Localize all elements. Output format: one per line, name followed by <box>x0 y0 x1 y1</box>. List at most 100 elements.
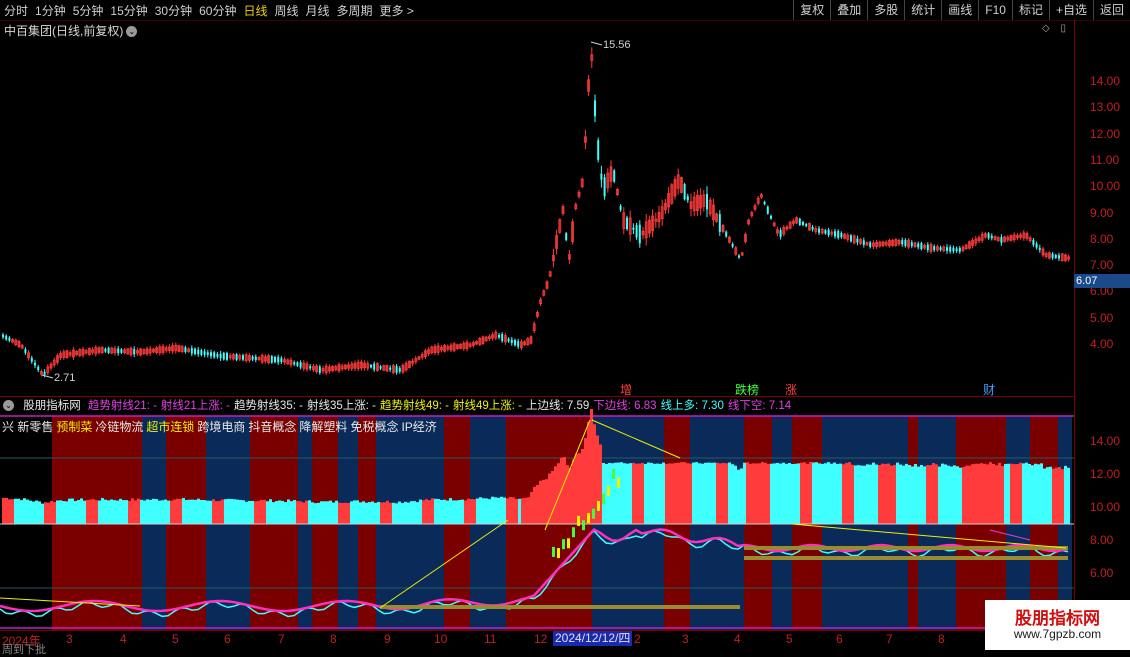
histogram-bar <box>341 502 344 524</box>
histogram-bar <box>242 500 245 524</box>
histogram-bar <box>926 465 929 524</box>
watermark: 股朋指标网 www.7gpzb.com <box>985 600 1130 650</box>
candle-body <box>194 348 196 355</box>
histogram-bar <box>275 501 278 524</box>
concept-tag[interactable]: 抖音概念 <box>248 420 296 434</box>
sub-candle <box>562 539 565 550</box>
histogram-bar <box>332 502 335 524</box>
histogram-bar <box>704 462 707 524</box>
concept-tag[interactable]: 超市连锁 <box>146 420 194 434</box>
histogram-bar <box>776 462 779 524</box>
histogram-bar <box>224 499 227 524</box>
histogram-bar <box>35 500 38 524</box>
date-tick: 3 <box>682 632 689 646</box>
histogram-bar <box>542 479 545 524</box>
concept-tag[interactable]: 跨境电商 <box>197 420 245 434</box>
histogram-bar <box>290 501 293 524</box>
histogram-bar <box>8 499 11 524</box>
histogram-bar <box>11 499 14 524</box>
histogram-bar <box>641 462 644 524</box>
candle-body <box>824 230 827 234</box>
candle-body <box>613 170 616 182</box>
histogram-bar <box>770 463 773 524</box>
histogram-bar <box>317 502 320 524</box>
concept-tag[interactable]: 兴 新零售 <box>2 420 53 434</box>
histogram-bar <box>572 459 575 524</box>
histogram-bar <box>761 462 764 524</box>
histogram-bar <box>470 499 473 524</box>
histogram-bar <box>1025 462 1028 524</box>
histogram-bar <box>464 500 467 524</box>
histogram-bar <box>473 499 476 524</box>
histogram-bar <box>107 500 110 524</box>
event-marker: 增 <box>620 383 633 397</box>
histogram-bar <box>677 462 680 524</box>
histogram-bar <box>227 498 230 524</box>
sub-candle <box>567 538 570 549</box>
histogram-bar <box>995 465 998 524</box>
histogram-bar <box>719 463 722 524</box>
histogram-bar <box>716 462 719 524</box>
candle-body <box>926 244 929 251</box>
concept-tag[interactable]: IP经济 <box>401 420 436 434</box>
histogram-bar <box>50 500 53 524</box>
histogram-bar <box>908 465 911 524</box>
histogram-bar <box>344 502 347 524</box>
histogram-bar <box>998 462 1001 524</box>
histogram-bar <box>659 463 662 524</box>
histogram-bar <box>737 469 740 524</box>
histogram-bar <box>629 463 632 524</box>
candle-body <box>862 240 865 245</box>
histogram-bar <box>731 464 734 524</box>
candle-body <box>501 334 504 341</box>
indicator-value: 趋势射线35: - <box>233 400 303 412</box>
histogram-bar <box>374 502 377 524</box>
indicator-value: 射线35上涨: - <box>306 400 376 412</box>
candle-body <box>904 239 907 246</box>
indicator-value: 线上多: 7.30 <box>660 400 724 412</box>
histogram-bar <box>134 500 137 524</box>
candle-body <box>8 337 11 341</box>
candle-body <box>206 352 209 355</box>
indicator-value: 下边线: 6.83 <box>593 400 657 412</box>
candle-body <box>738 255 740 258</box>
histogram-bar <box>278 500 281 524</box>
candle-body <box>514 340 516 346</box>
indicator-name[interactable]: 股朋指标网 <box>23 400 81 412</box>
histogram-bar <box>914 464 917 524</box>
histogram-bar <box>764 462 767 524</box>
histogram-bar <box>101 498 104 524</box>
candle-body <box>370 365 372 368</box>
histogram-bar <box>179 498 182 524</box>
histogram-bar <box>725 463 728 524</box>
histogram-bar <box>485 498 488 524</box>
date-tick: 3 <box>66 632 73 646</box>
histogram-bar <box>947 465 950 524</box>
candle-body <box>946 247 948 251</box>
indicator-value: 射线21上涨: - <box>160 400 230 412</box>
histogram-bar <box>1055 467 1058 524</box>
histogram-bar <box>722 462 725 524</box>
histogram-bar <box>917 466 920 524</box>
candle-body <box>840 233 843 238</box>
histogram-bar <box>431 498 434 524</box>
sub-candle <box>557 548 560 559</box>
candle-body <box>254 356 257 360</box>
histogram-bar <box>446 500 449 524</box>
kline-chart[interactable] <box>0 0 1130 650</box>
concept-tag[interactable]: 免税概念 <box>350 420 398 434</box>
histogram-bar <box>635 463 638 524</box>
histogram-bar <box>749 463 752 524</box>
histogram-bar <box>755 463 758 524</box>
histogram-bar <box>248 500 251 524</box>
histogram-bar <box>866 464 869 524</box>
candle-body <box>917 243 920 248</box>
axis-tick: 8.00 <box>1090 231 1114 246</box>
concept-tag[interactable]: 冷链物流 <box>95 420 143 434</box>
histogram-bar <box>428 500 431 524</box>
chevron-down-icon[interactable]: ⌄ <box>3 400 14 412</box>
concept-tag[interactable]: 降解塑料 <box>299 420 347 434</box>
candle-body <box>565 233 568 241</box>
histogram-bar <box>287 499 290 524</box>
concept-tag[interactable]: 预制菜 <box>56 420 92 434</box>
